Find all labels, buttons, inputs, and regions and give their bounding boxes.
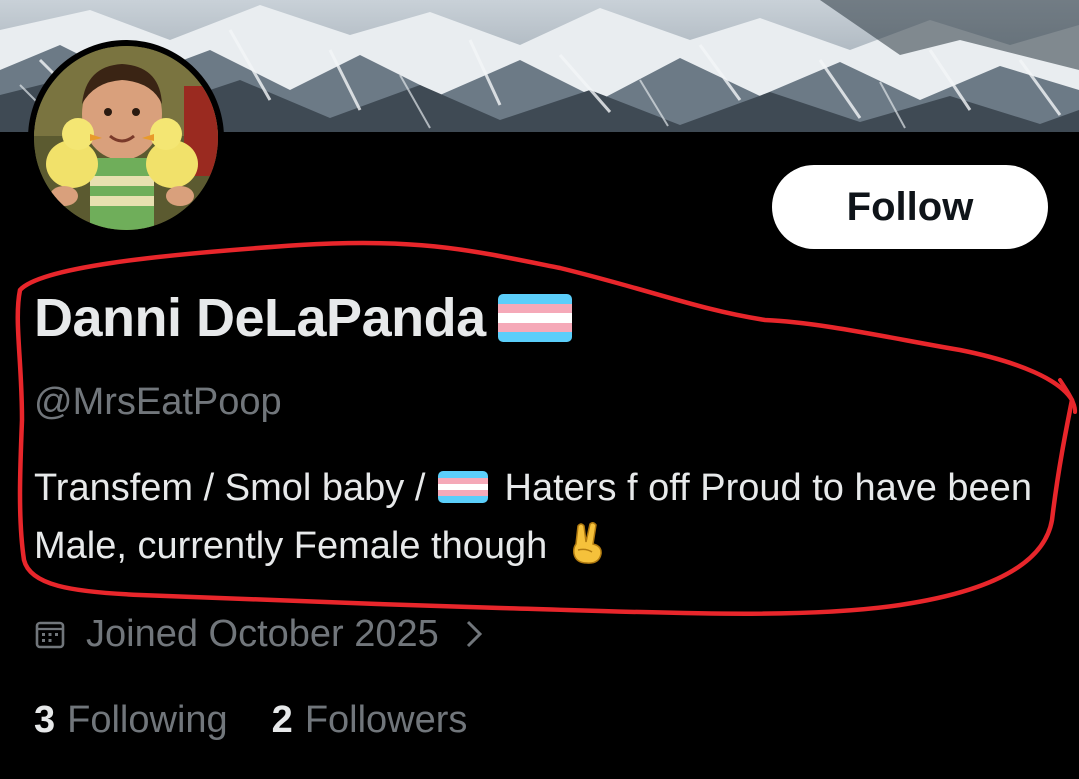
following-link[interactable]: 3 Following	[34, 699, 228, 742]
joined-date-row[interactable]: Joined October 2025	[34, 606, 483, 662]
profile-bio: Transfem / Smol baby / Haters f off Prou…	[34, 460, 1064, 574]
avatar-photo	[34, 46, 218, 230]
calendar-icon	[35, 621, 65, 649]
victory-hand-icon	[568, 521, 606, 580]
following-label: Following	[67, 698, 228, 741]
chevron-right-icon[interactable]	[465, 619, 483, 649]
transgender-flag-icon	[437, 470, 488, 503]
username-handle: @MrsEatPoop	[34, 381, 282, 423]
followers-link[interactable]: 2 Followers	[272, 699, 468, 742]
bio-text-part1: Transfem / Smol baby /	[34, 467, 426, 509]
follow-button[interactable]: Follow	[772, 165, 1048, 249]
transgender-flag-icon	[497, 294, 572, 342]
follow-stats: 3 Following 2 Followers	[34, 692, 467, 748]
following-count: 3	[34, 698, 56, 741]
followers-label: Followers	[304, 698, 468, 741]
display-name-row: Danni DeLaPanda	[34, 286, 572, 350]
followers-count: 2	[271, 698, 293, 741]
profile-avatar[interactable]	[28, 40, 224, 236]
joined-date: Joined October 2025	[86, 612, 439, 655]
display-name: Danni DeLaPanda	[34, 288, 486, 348]
